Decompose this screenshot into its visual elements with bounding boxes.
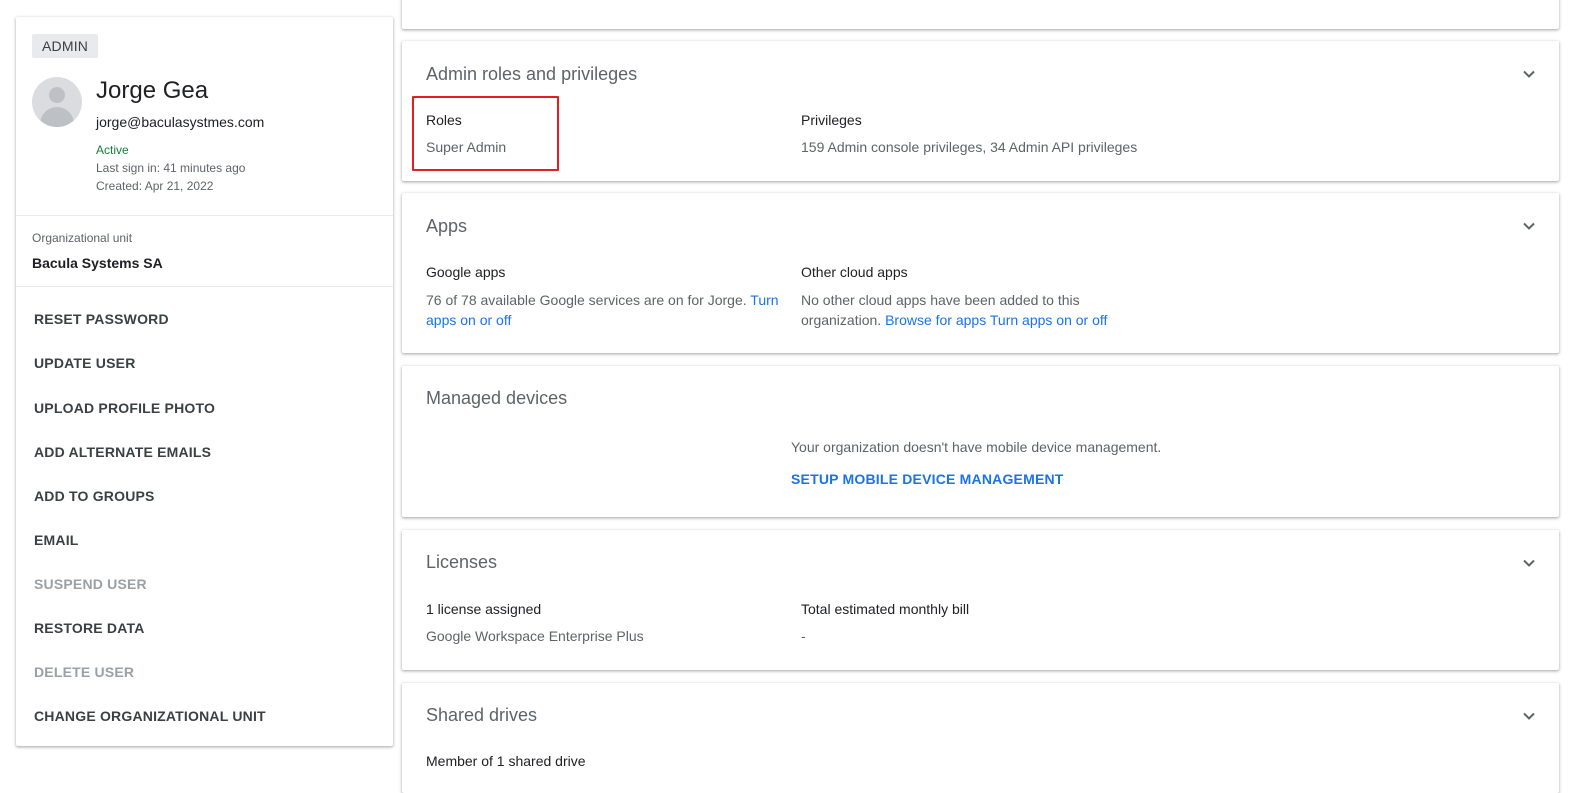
delete-user-button: DELETE USER [34, 664, 135, 680]
admin-roles-card: Admin roles and privileges Roles Super A… [402, 41, 1559, 181]
avatar-head-shape [49, 87, 65, 103]
shared-drives-title: Shared drives [426, 705, 538, 725]
licenses-title: Licenses [426, 552, 498, 572]
roles-highlight-box [412, 96, 559, 171]
chevron-down-icon[interactable] [1521, 708, 1537, 724]
update-user-button[interactable]: UPDATE USER [34, 355, 136, 371]
reset-password-button[interactable]: RESET PASSWORD [34, 311, 169, 327]
managed-devices-card: Managed devices Your organization doesn'… [402, 366, 1559, 517]
license-assigned-label: 1 license assigned [426, 601, 542, 617]
divider [16, 286, 393, 287]
monthly-bill-value: - [801, 628, 806, 644]
email-button[interactable]: EMAIL [34, 532, 79, 548]
roles-value[interactable]: Super Admin [426, 137, 506, 157]
restore-data-button[interactable]: RESTORE DATA [34, 620, 145, 636]
licenses-card: Licenses 1 license assigned Google Works… [402, 530, 1559, 670]
browse-for-apps-link[interactable]: Browse for apps [885, 312, 986, 328]
google-apps-description: 76 of 78 available Google services are o… [426, 290, 786, 330]
chevron-down-icon[interactable] [1521, 66, 1537, 82]
roles-label: Roles [426, 112, 462, 128]
chevron-down-icon[interactable] [1521, 218, 1537, 234]
google-apps-text: 76 of 78 available Google services are o… [426, 292, 747, 308]
license-assigned-value[interactable]: Google Workspace Enterprise Plus [426, 626, 644, 646]
shared-drives-card: Shared drives Member of 1 shared drive [402, 683, 1559, 793]
apps-title: Apps [426, 216, 468, 236]
privileges-value[interactable]: 159 Admin console privileges, 34 Admin A… [801, 137, 1137, 157]
user-profile-card: ADMIN Jorge Gea jorge@baculasystmes.com … [16, 17, 393, 746]
other-turn-apps-on-off-link[interactable]: Turn apps on or off [990, 312, 1108, 328]
suspend-user-button: SUSPEND USER [34, 576, 147, 592]
admin-roles-title: Admin roles and privileges [426, 64, 638, 84]
org-unit-label: Organizational unit [32, 231, 133, 245]
shared-drive-member-label: Member of 1 shared drive [426, 753, 586, 769]
created-date: Created: Apr 21, 2022 [96, 179, 214, 193]
add-to-groups-button[interactable]: ADD TO GROUPS [34, 488, 155, 504]
admin-badge: ADMIN [32, 34, 99, 58]
apps-card: Apps Google apps 76 of 78 available Goog… [402, 193, 1559, 353]
user-email: jorge@baculasystmes.com [96, 114, 265, 130]
other-cloud-apps-label: Other cloud apps [801, 264, 908, 280]
avatar[interactable] [32, 77, 82, 127]
google-apps-label: Google apps [426, 264, 506, 280]
avatar-body-shape [40, 107, 74, 127]
other-cloud-apps-description: No other cloud apps have been added to t… [801, 290, 1131, 330]
no-mdm-message: Your organization doesn't have mobile de… [791, 439, 1162, 455]
previous-section-card [402, 0, 1559, 29]
setup-mdm-link[interactable]: SETUP MOBILE DEVICE MANAGEMENT [791, 471, 1064, 487]
monthly-bill-label: Total estimated monthly bill [801, 601, 970, 617]
chevron-down-icon[interactable] [1521, 555, 1537, 571]
org-unit-value: Bacula Systems SA [32, 255, 163, 271]
change-organizational-unit-button[interactable]: CHANGE ORGANIZATIONAL UNIT [34, 708, 266, 724]
managed-devices-title: Managed devices [426, 388, 568, 408]
upload-profile-photo-button[interactable]: UPLOAD PROFILE PHOTO [34, 400, 215, 416]
add-alternate-emails-button[interactable]: ADD ALTERNATE EMAILS [34, 444, 211, 460]
user-name: Jorge Gea [96, 77, 209, 104]
divider [16, 215, 393, 216]
last-sign-in: Last sign in: 41 minutes ago [96, 161, 246, 175]
privileges-label: Privileges [801, 112, 862, 128]
status-badge: Active [96, 143, 129, 157]
